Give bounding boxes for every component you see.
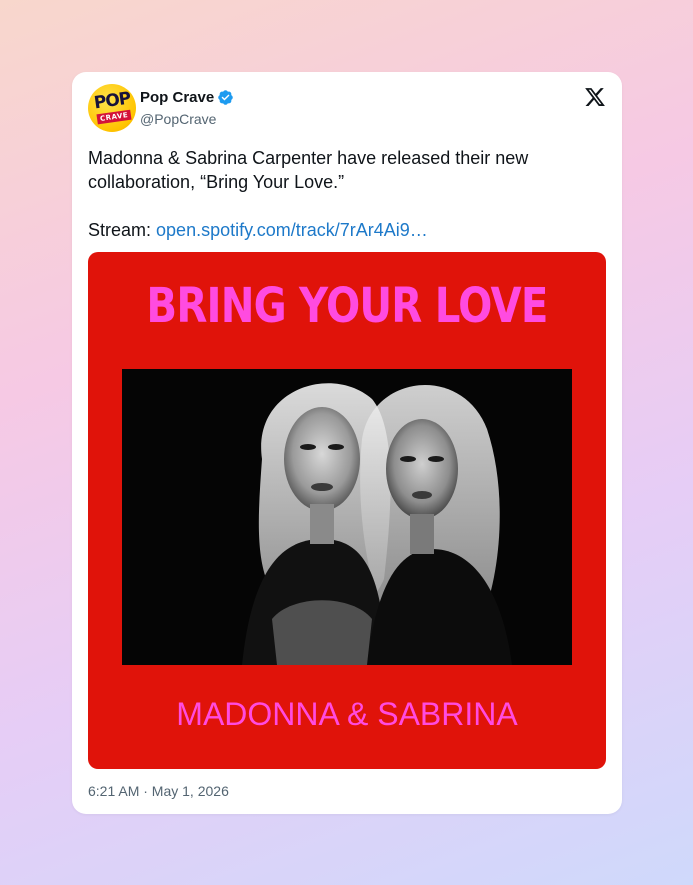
spotify-link[interactable]: open.spotify.com/track/7rAr4Ai9… [156,220,428,240]
avatar[interactable]: POP CRAVE [88,84,136,132]
x-logo-icon[interactable] [584,86,606,108]
tweet-text: Madonna & Sabrina Carpenter have release… [88,148,529,192]
tweet-timestamp[interactable]: 6:21 AM · May 1, 2026 [88,783,229,799]
stream-line: Stream: open.spotify.com/track/7rAr4Ai9… [88,218,598,242]
cover-photo [122,369,572,665]
cover-title: BRING YOUR LOVE [146,278,548,334]
author-name-row: Pop Crave [140,89,234,106]
verified-badge-icon [218,90,233,105]
tweet-card[interactable]: POP CRAVE Pop Crave @PopCrave Madonna & … [72,72,622,814]
author-handle[interactable]: @PopCrave [140,111,216,127]
tweet-body: Madonna & Sabrina Carpenter have release… [88,146,598,242]
tweet-header: POP CRAVE Pop Crave @PopCrave [88,84,606,134]
author-display-name[interactable]: Pop Crave [140,89,214,106]
stream-label: Stream: [88,220,157,240]
artists-portrait-image [122,369,572,665]
tweet-media-image[interactable]: BRING YOUR LOVE MADONNA & SABRINA [88,252,606,769]
cover-artists: MADONNA & SABRINA [176,696,518,732]
